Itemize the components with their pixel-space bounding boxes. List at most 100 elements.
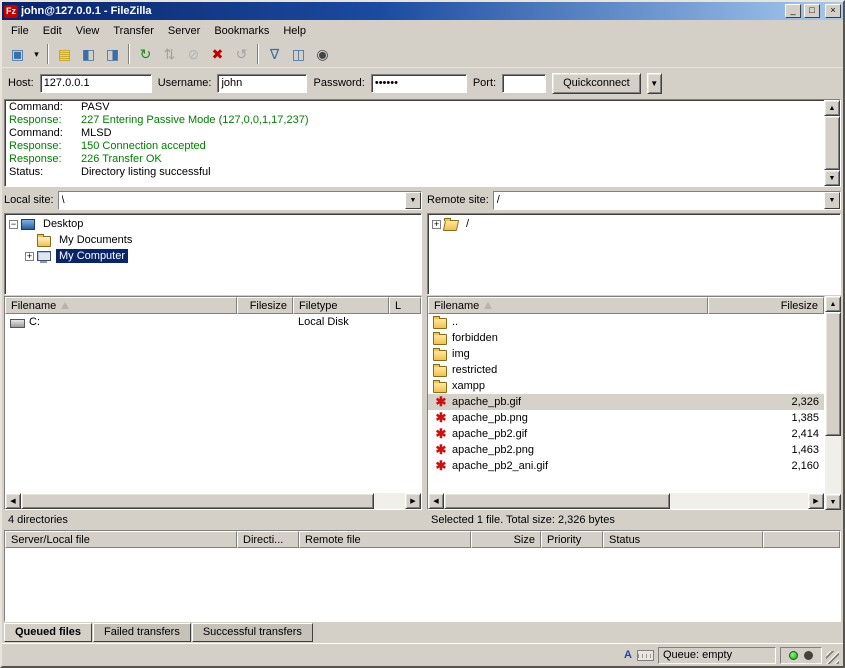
maximize-button[interactable]: □ — [804, 4, 820, 18]
column-header-filetype[interactable]: Filetype — [293, 297, 389, 314]
table-row[interactable]: C:Local Disk — [5, 314, 421, 330]
log-line: Response:226 Transfer OK — [9, 153, 820, 166]
host-input[interactable] — [40, 74, 152, 93]
scroll-left-icon[interactable]: ◀ — [5, 493, 21, 509]
toggle-local-tree-button[interactable]: ◧ — [77, 43, 100, 65]
menu-edit[interactable]: Edit — [36, 23, 69, 39]
process-queue-button[interactable]: ⇅ — [158, 43, 181, 65]
menu-bookmarks[interactable]: Bookmarks — [207, 23, 276, 39]
queue-column-header-status[interactable]: Status — [603, 531, 763, 548]
username-input[interactable] — [217, 74, 307, 93]
file-name-text: xampp — [452, 380, 485, 392]
table-row[interactable]: img — [428, 346, 824, 362]
minimize-button[interactable]: _ — [785, 4, 801, 18]
table-row[interactable]: restricted — [428, 362, 824, 378]
password-input[interactable] — [371, 74, 467, 93]
remote-horizontal-scrollbar[interactable]: ◀ ▶ — [428, 493, 824, 509]
resize-grip[interactable] — [826, 651, 839, 664]
table-row[interactable]: forbidden — [428, 330, 824, 346]
local-site-input[interactable] — [59, 192, 405, 209]
site-manager-dropdown[interactable]: ▾ — [30, 43, 43, 65]
remote-pane: Remote site: ▼ +/ FilenameFilesize ..for… — [427, 189, 841, 528]
refresh-button[interactable]: ↻ — [134, 43, 157, 65]
activity-indicator-cell — [780, 647, 822, 664]
site-manager-button[interactable]: ▣ — [6, 43, 29, 65]
tab-failed-transfers[interactable]: Failed transfers — [93, 623, 191, 642]
tree-expander-icon[interactable]: + — [432, 220, 441, 229]
tab-successful-transfers[interactable]: Successful transfers — [192, 623, 313, 642]
chevron-down-icon[interactable]: ▼ — [405, 192, 421, 209]
log-line-label: Command: — [9, 101, 81, 114]
title-bar[interactable]: Fz john@127.0.0.1 - FileZilla _ □ × — [2, 2, 843, 20]
cancel-current-operation-button[interactable]: ⊘ — [182, 43, 205, 65]
menu-server[interactable]: Server — [161, 23, 207, 39]
reconnect-button[interactable]: ↺ — [230, 43, 253, 65]
table-row[interactable]: .. — [428, 314, 824, 330]
table-row[interactable]: ✱apache_pb2_ani.gif2,160 — [428, 458, 824, 474]
queue-column-header-directi[interactable]: Directi... — [237, 531, 299, 548]
disconnect-button[interactable]: ✖ — [206, 43, 229, 65]
scrollbar-track[interactable] — [824, 116, 840, 170]
toggle-message-log-button[interactable]: ▤ — [53, 43, 76, 65]
tree-expander-icon[interactable]: − — [9, 220, 18, 229]
scrollbar-track[interactable] — [444, 493, 808, 509]
quickconnect-dropdown-button[interactable]: ▼ — [647, 73, 662, 94]
scrollbar-thumb[interactable] — [824, 116, 840, 170]
queue-column-header-size[interactable]: Size — [471, 531, 541, 548]
menu-transfer[interactable]: Transfer — [106, 23, 161, 39]
find-files-button[interactable]: ◉ — [311, 43, 334, 65]
file-name-cell: ✱apache_pb.gif — [428, 394, 708, 410]
local-horizontal-scrollbar[interactable]: ◀ ▶ — [5, 493, 421, 509]
tree-expander-icon[interactable]: + — [25, 252, 34, 261]
scroll-left-icon[interactable]: ◀ — [428, 493, 444, 509]
table-row[interactable]: ✱apache_pb.gif2,326 — [428, 394, 824, 410]
tree-item-label: My Documents — [56, 233, 135, 247]
filter-button[interactable]: ∇ — [263, 43, 286, 65]
local-tree-item[interactable]: −Desktop — [7, 216, 419, 232]
queue-column-header-remotefile[interactable]: Remote file — [299, 531, 471, 548]
local-tree-item[interactable]: +My Computer — [7, 248, 419, 264]
close-button[interactable]: × — [825, 4, 841, 18]
message-log-scrollbar[interactable]: ▲ ▼ — [824, 100, 840, 186]
remote-site-combobox[interactable]: ▼ — [493, 191, 841, 210]
queue-column-header-priority[interactable]: Priority — [541, 531, 603, 548]
scrollbar-thumb[interactable] — [21, 493, 374, 509]
chevron-down-icon[interactable]: ▼ — [824, 192, 840, 209]
column-header-filesize[interactable]: Filesize — [237, 297, 293, 314]
remote-site-input[interactable] — [494, 192, 824, 209]
toggle-remote-tree-button[interactable]: ◨ — [101, 43, 124, 65]
queue-column-header-serverlocalfile[interactable]: Server/Local file — [5, 531, 237, 548]
scroll-right-icon[interactable]: ▶ — [808, 493, 824, 509]
column-header-filename[interactable]: Filename — [5, 297, 237, 314]
directory-comparison-button[interactable]: ◫ — [287, 43, 310, 65]
column-header-filename[interactable]: Filename — [428, 297, 708, 314]
table-row[interactable]: ✱apache_pb.png1,385 — [428, 410, 824, 426]
scrollbar-thumb[interactable] — [825, 312, 841, 436]
queue-status-cell: Queue: empty — [658, 647, 776, 664]
local-site-combobox[interactable]: ▼ — [58, 191, 422, 210]
scroll-up-icon[interactable]: ▲ — [824, 100, 840, 116]
scroll-down-icon[interactable]: ▼ — [824, 170, 840, 186]
remote-tree-item[interactable]: +/ — [430, 216, 838, 232]
tab-queued-files[interactable]: Queued files — [4, 623, 92, 642]
log-line-label: Response: — [9, 114, 81, 127]
scrollbar-track[interactable] — [21, 493, 405, 509]
column-header-filesize[interactable]: Filesize — [708, 297, 824, 314]
scroll-up-icon[interactable]: ▲ — [825, 296, 841, 312]
table-row[interactable]: ✱apache_pb2.png1,463 — [428, 442, 824, 458]
scrollbar-thumb[interactable] — [444, 493, 670, 509]
remote-vertical-scrollbar[interactable]: ▲ ▼ — [825, 296, 841, 510]
menu-view[interactable]: View — [69, 23, 107, 39]
menu-help[interactable]: Help — [276, 23, 313, 39]
scrollbar-track[interactable] — [825, 312, 841, 494]
scroll-right-icon[interactable]: ▶ — [405, 493, 421, 509]
menu-file[interactable]: File — [4, 23, 36, 39]
table-row[interactable]: ✱apache_pb2.gif2,414 — [428, 426, 824, 442]
local-tree-item[interactable]: My Documents — [7, 232, 419, 248]
quickconnect-button[interactable]: Quickconnect — [552, 73, 641, 94]
scroll-down-icon[interactable]: ▼ — [825, 494, 841, 510]
column-header-l[interactable]: L — [389, 297, 421, 314]
remote-directory-tree: +/ — [427, 213, 841, 295]
port-input[interactable] — [502, 74, 546, 93]
table-row[interactable]: xampp — [428, 378, 824, 394]
